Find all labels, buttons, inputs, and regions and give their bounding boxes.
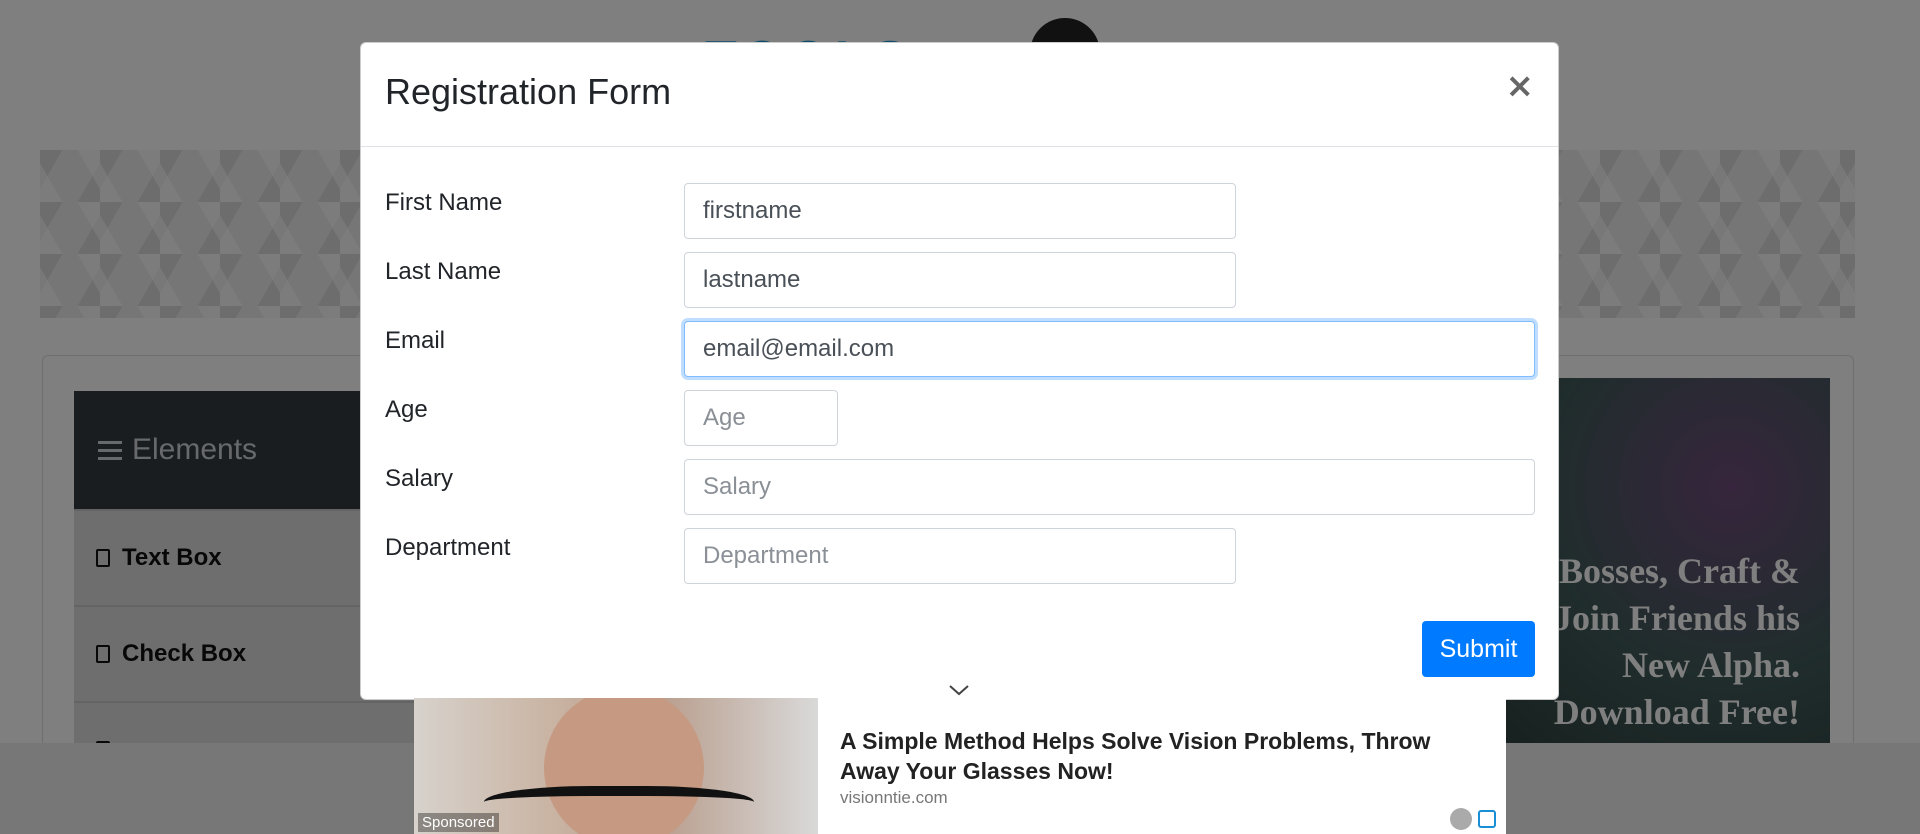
department-input[interactable] bbox=[684, 528, 1236, 584]
first-name-input[interactable] bbox=[684, 183, 1236, 239]
sponsored-label: Sponsored bbox=[418, 813, 499, 832]
page: TOOLS Elements Text Box Check Box d Boss… bbox=[0, 0, 1920, 834]
form-row-age: Age bbox=[361, 390, 1558, 448]
form-row-department: Department bbox=[361, 528, 1558, 586]
form-row-first-name: First Name bbox=[361, 183, 1558, 241]
ad-domain[interactable]: visionntie.com bbox=[840, 788, 948, 808]
close-icon[interactable]: × bbox=[1506, 69, 1535, 103]
email-label: Email bbox=[385, 327, 446, 354]
ad-headline[interactable]: A Simple Method Helps Solve Vision Probl… bbox=[840, 726, 1480, 786]
submit-button[interactable]: Submit bbox=[1422, 621, 1535, 677]
email-input[interactable] bbox=[684, 321, 1535, 377]
salary-input[interactable] bbox=[684, 459, 1535, 515]
age-input[interactable] bbox=[684, 390, 838, 446]
modal-title: Registration Form bbox=[385, 71, 672, 112]
age-label: Age bbox=[385, 396, 428, 423]
form-row-email: Email bbox=[361, 321, 1558, 379]
salary-label: Salary bbox=[385, 465, 454, 492]
ad-image[interactable]: Sponsored bbox=[414, 698, 818, 834]
form-row-salary: Salary bbox=[361, 459, 1558, 517]
form-row-last-name: Last Name bbox=[361, 252, 1558, 310]
bottom-advertisement[interactable]: Sponsored A Simple Method Helps Solve Vi… bbox=[414, 698, 1506, 834]
ad-glasses bbox=[484, 786, 754, 826]
chevron-down-icon[interactable] bbox=[944, 680, 974, 700]
department-label: Department bbox=[385, 534, 511, 561]
advertiser-icon[interactable] bbox=[1450, 808, 1472, 830]
last-name-label: Last Name bbox=[385, 258, 502, 285]
ad-icons bbox=[1450, 808, 1496, 830]
adchoices-icon[interactable] bbox=[1478, 810, 1496, 828]
first-name-label: First Name bbox=[385, 189, 503, 216]
modal-header: Registration Form × bbox=[361, 43, 1558, 147]
last-name-input[interactable] bbox=[684, 252, 1236, 308]
registration-modal: Registration Form × First Name Last Name… bbox=[360, 42, 1559, 700]
